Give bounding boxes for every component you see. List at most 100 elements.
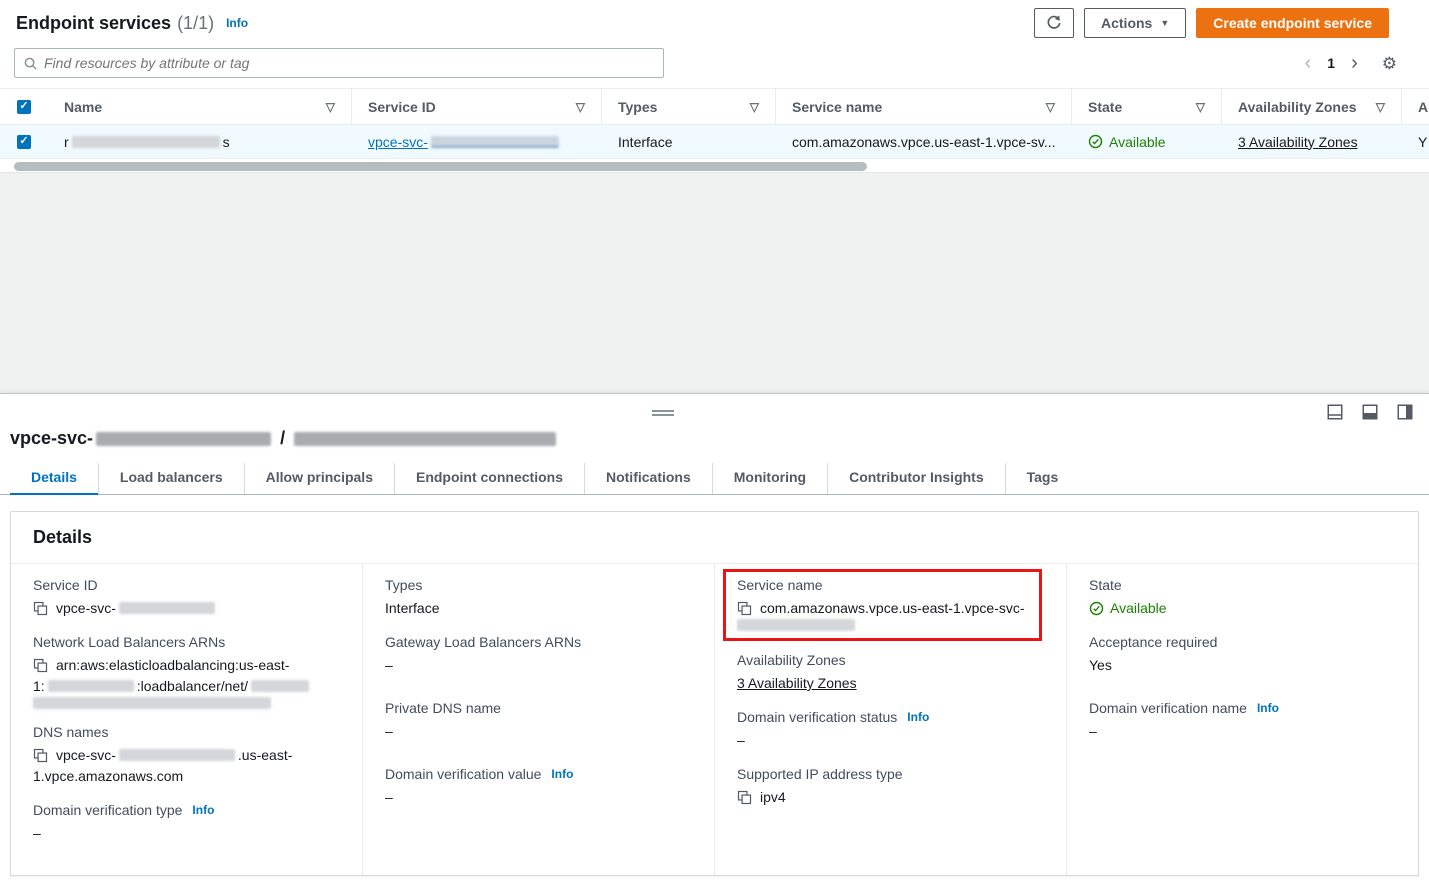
field-label: Types <box>385 577 422 593</box>
status-badge: Available <box>1089 598 1167 619</box>
column-header-availability-zones[interactable]: Availability Zones ▽ <box>1222 89 1402 124</box>
field-label: Service ID <box>33 577 98 593</box>
filter-icon[interactable]: ▽ <box>576 100 585 114</box>
column-header-types[interactable]: Types ▽ <box>602 89 776 124</box>
column-header-service-name[interactable]: Service name ▽ <box>776 89 1072 124</box>
field-domain-verification-value: Domain verification value Info – <box>385 766 692 808</box>
pagination-prev-button[interactable]: ‹ <box>1297 53 1320 73</box>
field-availability-zones: Availability Zones 3 Availability Zones <box>737 652 1044 694</box>
toolbar-actions: Actions ▼ Create endpoint service <box>1034 8 1389 38</box>
tab-notifications[interactable]: Notifications <box>584 463 712 494</box>
cell-types: Interface <box>602 125 776 158</box>
details-column-4: State Available Acceptance required <box>1066 564 1418 875</box>
row-checkbox[interactable]: ✓ <box>17 135 31 149</box>
redacted-text <box>251 680 309 692</box>
refresh-icon <box>1046 15 1062 31</box>
redacted-text <box>96 432 271 446</box>
table-header-row: ✓ Name ▽ Service ID ▽ Types ▽ Service na… <box>0 88 1429 125</box>
field-label: Private DNS name <box>385 700 501 716</box>
actions-button[interactable]: Actions ▼ <box>1084 8 1186 38</box>
info-link[interactable]: Info <box>192 803 214 817</box>
column-header-state[interactable]: State ▽ <box>1072 89 1222 124</box>
status-badge: Available <box>1088 134 1166 150</box>
search-box[interactable] <box>14 48 664 78</box>
tab-details[interactable]: Details <box>10 463 98 494</box>
field-domain-verification-name: Domain verification name Info – <box>1089 700 1396 742</box>
redacted-text <box>119 602 215 614</box>
field-label: Gateway Load Balancers ARNs <box>385 634 581 650</box>
field-label: Supported IP address type <box>737 766 903 782</box>
header-info-link[interactable]: Info <box>226 16 248 30</box>
column-header-name[interactable]: Name ▽ <box>48 89 352 124</box>
field-supported-ip-address-type: Supported IP address type ipv4 <box>737 766 1044 808</box>
field-gateway-load-balancers-arns: Gateway Load Balancers ARNs – <box>385 634 692 676</box>
tab-endpoint-connections[interactable]: Endpoint connections <box>394 463 584 494</box>
cell-acceptance: Y <box>1402 125 1429 158</box>
panel-position-bottom-icon[interactable] <box>1362 404 1378 420</box>
search-input[interactable] <box>44 55 655 71</box>
details-column-2: Types Interface Gateway Load Balancers A… <box>362 564 714 875</box>
table-row[interactable]: ✓ r s vpce-svc- Interface com.amazonaws.… <box>0 125 1429 159</box>
pagination-current-page[interactable]: 1 <box>1321 55 1341 71</box>
redacted-text <box>72 136 220 148</box>
filter-icon[interactable]: ▽ <box>1196 100 1205 114</box>
service-id-link[interactable]: vpce-svc- <box>368 134 562 150</box>
copy-icon[interactable] <box>33 658 48 673</box>
select-all-checkbox-cell: ✓ <box>0 89 48 124</box>
tab-allow-principals[interactable]: Allow principals <box>244 463 394 494</box>
availability-zones-link[interactable]: 3 Availability Zones <box>1238 134 1358 150</box>
info-link[interactable]: Info <box>907 710 929 724</box>
info-link[interactable]: Info <box>1257 701 1279 715</box>
field-network-load-balancers-arns: Network Load Balancers ARNs arn:aws:elas… <box>33 634 340 709</box>
copy-icon[interactable] <box>33 748 48 763</box>
details-card-title: Details <box>11 512 1418 564</box>
preferences-gear-icon[interactable]: ⚙ <box>1382 55 1397 72</box>
info-link[interactable]: Info <box>551 767 573 781</box>
copy-icon[interactable] <box>737 601 752 616</box>
select-all-checkbox[interactable]: ✓ <box>17 100 31 114</box>
details-card-body: Service ID vpce-svc- Network Load Balanc… <box>11 564 1418 875</box>
field-label: Domain verification type <box>33 802 182 818</box>
cell-service-id: vpce-svc- <box>352 125 602 158</box>
panel-collapse-icon[interactable] <box>1327 404 1343 420</box>
page-title: Endpoint services (1/1) <box>16 13 214 34</box>
filter-icon[interactable]: ▽ <box>1046 100 1055 114</box>
pagination-next-button[interactable]: › <box>1343 53 1366 73</box>
field-label: Domain verification name <box>1089 700 1247 716</box>
create-endpoint-service-button[interactable]: Create endpoint service <box>1196 8 1389 38</box>
tab-tags[interactable]: Tags <box>1005 463 1080 494</box>
pagination: ‹ 1 › ⚙ <box>1297 53 1397 73</box>
column-header-service-id[interactable]: Service ID ▽ <box>352 89 602 124</box>
copy-icon[interactable] <box>737 790 752 805</box>
actions-button-label: Actions <box>1101 15 1152 31</box>
field-service-name: Service name com.amazonaws.vpce.us-east-… <box>737 577 1028 631</box>
refresh-button[interactable] <box>1034 8 1074 38</box>
selected-resource-title: vpce-svc- / <box>10 428 1413 449</box>
field-service-id: Service ID vpce-svc- <box>33 577 340 619</box>
availability-zones-link[interactable]: 3 Availability Zones <box>737 673 857 694</box>
split-panel: vpce-svc- / Details Load balancers Allow… <box>0 393 1429 886</box>
filter-icon[interactable]: ▽ <box>750 100 759 114</box>
redacted-text <box>431 136 559 148</box>
copy-icon[interactable] <box>33 601 48 616</box>
column-header-acceptance[interactable]: A <box>1402 89 1429 124</box>
tab-contributor-insights[interactable]: Contributor Insights <box>827 463 1005 494</box>
field-label: Availability Zones <box>737 652 846 668</box>
tab-load-balancers[interactable]: Load balancers <box>98 463 244 494</box>
caret-down-icon: ▼ <box>1160 19 1169 28</box>
field-state: State Available <box>1089 577 1396 619</box>
split-panel-drag-handle[interactable] <box>652 408 674 418</box>
panel-position-side-icon[interactable] <box>1397 404 1413 420</box>
content-background <box>0 172 1429 393</box>
panel-layout-controls <box>1327 404 1413 420</box>
redacted-text <box>119 749 235 761</box>
horizontal-scrollbar-thumb[interactable] <box>14 162 867 171</box>
tab-monitoring[interactable]: Monitoring <box>712 463 827 494</box>
annotation-highlight-box: Service name com.amazonaws.vpce.us-east-… <box>723 569 1042 641</box>
check-circle-icon <box>1089 601 1104 616</box>
check-circle-icon <box>1088 134 1103 149</box>
filter-icon[interactable]: ▽ <box>1376 100 1385 114</box>
row-checkbox-cell: ✓ <box>0 125 48 158</box>
field-label: Domain verification value <box>385 766 541 782</box>
filter-icon[interactable]: ▽ <box>326 100 335 114</box>
